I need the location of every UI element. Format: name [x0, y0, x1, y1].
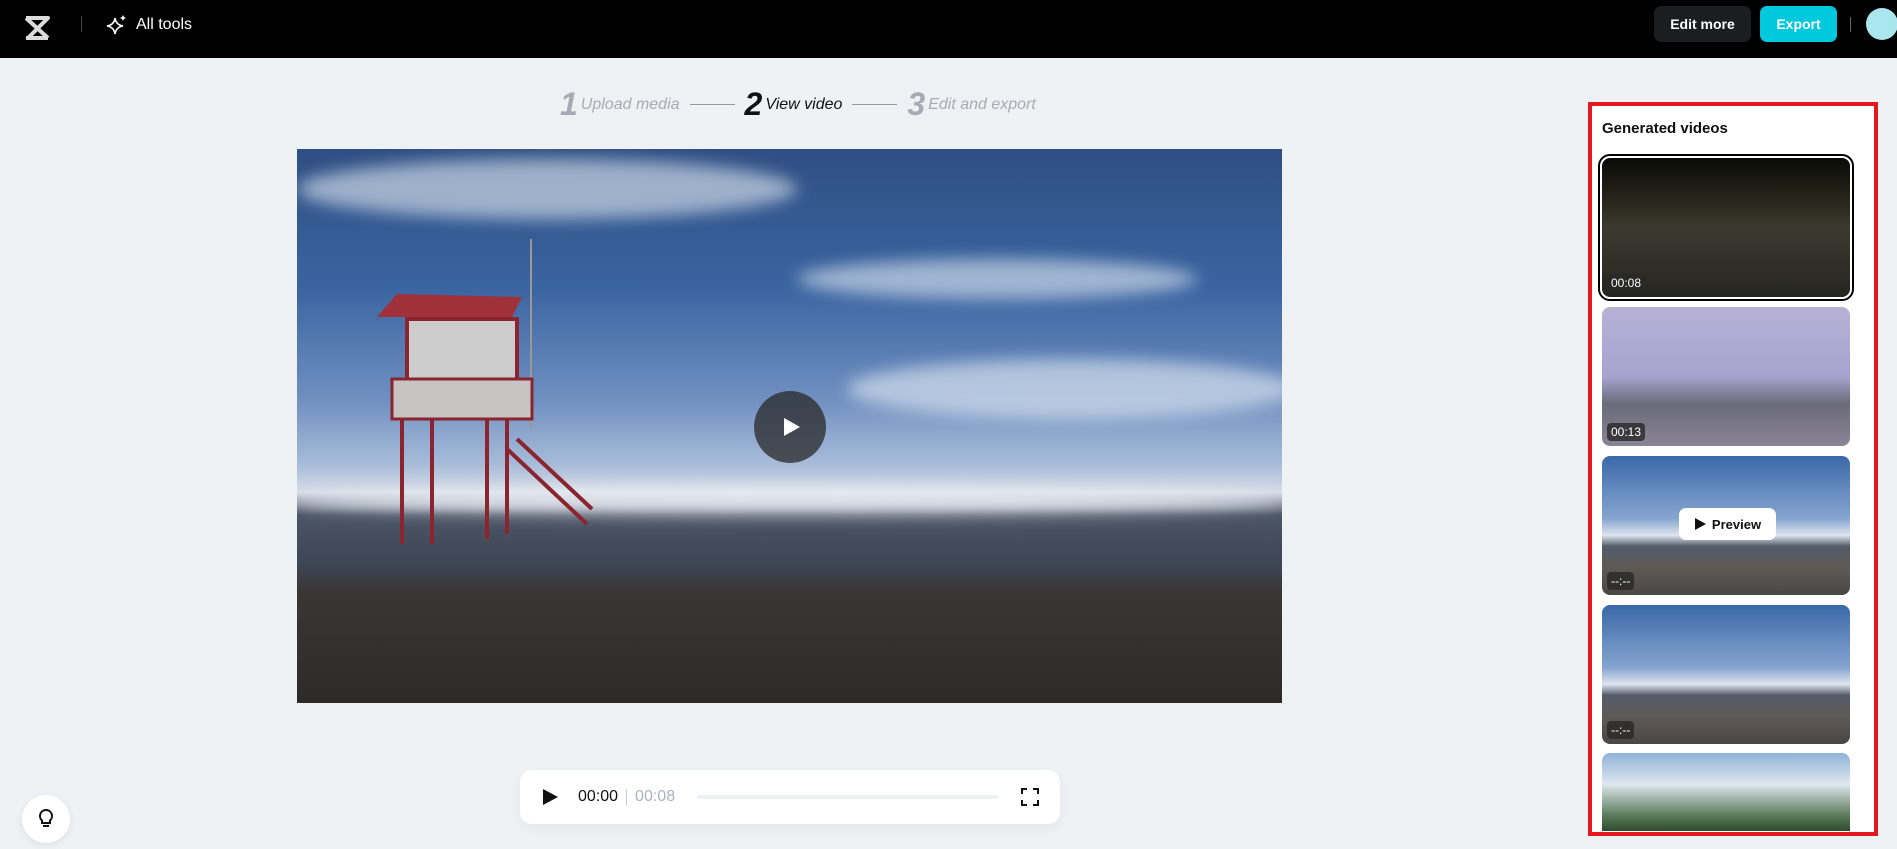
step-view-video: 2 View video — [744, 86, 843, 122]
tips-button[interactable] — [22, 795, 70, 843]
edit-more-button[interactable]: Edit more — [1654, 6, 1751, 42]
generated-videos-panel: Generated videos 00:08 00:13 Preview --:… — [1588, 102, 1878, 836]
preview-button[interactable]: Preview — [1679, 508, 1776, 540]
video-thumbnail[interactable]: Preview --:-- — [1602, 456, 1850, 595]
current-time: 00:00 — [578, 788, 619, 805]
step-edit-export: 3 Edit and export — [907, 86, 1036, 122]
panel-title: Generated videos — [1602, 120, 1728, 137]
top-bar: All tools Edit more Export — [0, 0, 1897, 58]
divider — [1850, 17, 1851, 32]
player-controls: 00:00 00:08 — [520, 770, 1060, 824]
all-tools-label: All tools — [136, 16, 193, 33]
duration: 00:08 — [635, 788, 676, 805]
avatar[interactable] — [1866, 8, 1897, 40]
video-thumbnail[interactable]: --:-- — [1602, 605, 1850, 744]
duration-badge: 00:13 — [1607, 423, 1646, 441]
video-player[interactable] — [297, 149, 1282, 703]
all-tools-button[interactable]: All tools — [106, 14, 192, 36]
sparkle-icon — [106, 15, 126, 35]
play-icon[interactable] — [540, 787, 560, 807]
duration-badge: --:-- — [1607, 721, 1635, 739]
step-upload-media: 1 Upload media — [560, 86, 680, 122]
stepper: 1 Upload media 2 View video 3 Edit and expo… — [560, 86, 1036, 123]
play-button[interactable] — [754, 391, 826, 463]
play-icon — [784, 418, 800, 436]
lifeguard-tower — [377, 239, 594, 544]
duration-badge: --:-- — [1607, 572, 1635, 590]
duration-badge: 00:08 — [1607, 274, 1646, 292]
video-thumbnail[interactable]: 00:08 — [1598, 154, 1854, 301]
play-icon — [1694, 518, 1706, 530]
lightbulb-icon — [38, 808, 54, 827]
divider — [81, 16, 82, 32]
fullscreen-icon[interactable] — [1020, 787, 1040, 807]
video-thumbnail[interactable] — [1602, 753, 1850, 831]
progress-slider[interactable] — [697, 795, 998, 799]
capcut-logo-icon[interactable] — [22, 13, 54, 43]
export-button[interactable]: Export — [1760, 6, 1837, 42]
video-thumbnail[interactable]: 00:13 — [1602, 307, 1850, 446]
